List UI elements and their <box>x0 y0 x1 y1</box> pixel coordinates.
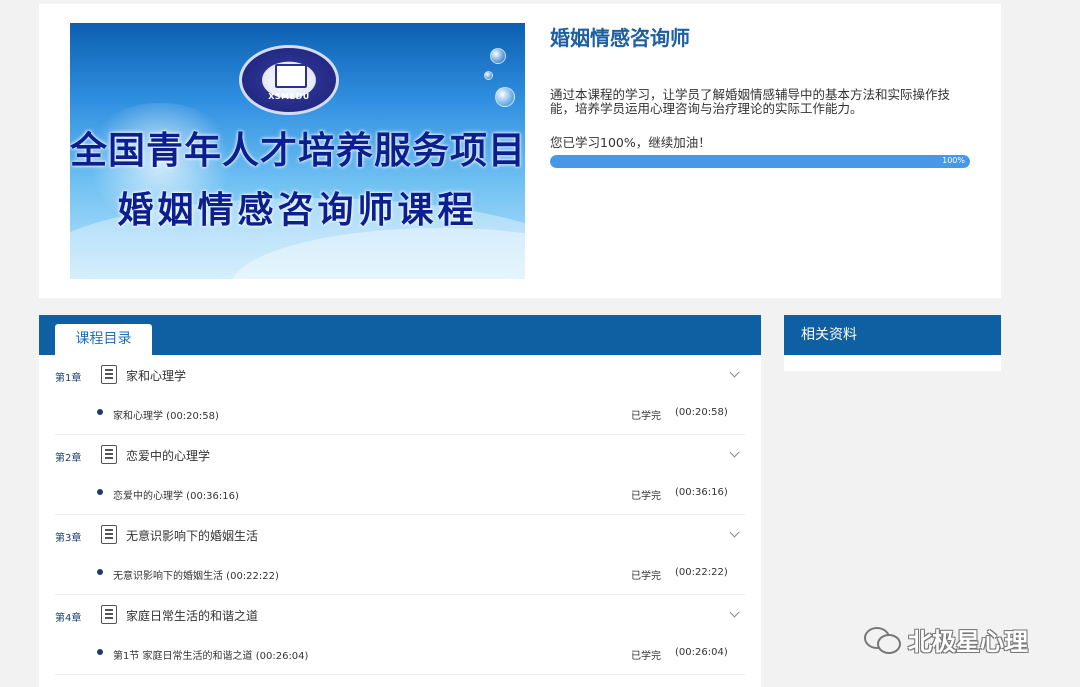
chapter-item[interactable]: 第3章 无意识影响下的婚姻生活 无意识影响下的婚姻生活 (00:22:22) 已… <box>55 515 745 595</box>
logo-text: XSMEDU <box>268 92 310 101</box>
chapter-title[interactable]: 家和心理学 <box>126 367 186 384</box>
chapter-number: 第4章 <box>55 613 82 624</box>
catalog-header: 课程目录 <box>39 315 761 355</box>
book-icon <box>275 64 307 88</box>
progress-label: 100% <box>942 156 965 165</box>
document-icon <box>101 605 117 624</box>
document-icon <box>101 445 117 464</box>
banner-headline: 全国青年人才培养服务项目 <box>70 128 525 172</box>
banner-bubble <box>495 87 515 107</box>
chapter-item[interactable]: 第1章 家和心理学 家和心理学 (00:20:58) 已学完 (00:20:58… <box>55 355 745 435</box>
related-materials-panel: 相关资料 <box>784 315 1001 371</box>
chapter-title[interactable]: 无意识影响下的婚姻生活 <box>126 527 258 544</box>
progress-text: 您已学习100%，继续加油！ <box>550 135 711 150</box>
bullet-icon <box>97 409 103 415</box>
document-icon <box>101 525 117 544</box>
chapter-item[interactable]: 第2章 恋爱中的心理学 恋爱中的心理学 (00:36:16) 已学完 (00:3… <box>55 435 745 515</box>
course-info-card: XSMEDU 全国青年人才培养服务项目 婚姻情感咨询师课程 婚姻情感咨询师 通过… <box>39 4 1001 298</box>
chevron-down-icon[interactable] <box>729 367 740 378</box>
chapter-title[interactable]: 家庭日常生活的和谐之道 <box>126 607 258 624</box>
banner-bubble <box>484 71 493 80</box>
course-title: 婚姻情感咨询师 <box>550 26 690 50</box>
chapter-number: 第2章 <box>55 453 82 464</box>
progress-bar: 100% <box>550 155 970 168</box>
lesson-duration: (00:36:16) <box>675 487 728 498</box>
bullet-icon <box>97 649 103 655</box>
course-catalog: 课程目录 第1章 家和心理学 家和心理学 (00:20:58) 已学完 (00:… <box>39 315 761 687</box>
lesson-status: 已学完 <box>631 651 661 662</box>
watermark: 北极星心理 <box>864 623 1028 656</box>
lesson-status: 已学完 <box>631 491 661 502</box>
watermark-text: 北极星心理 <box>908 627 1028 656</box>
xsmedu-logo: XSMEDU <box>239 45 339 115</box>
wechat-icon <box>864 625 901 654</box>
lesson-duration: (00:20:58) <box>675 407 728 418</box>
related-materials-title: 相关资料 <box>784 315 1001 355</box>
lesson-duration: (00:22:22) <box>675 567 728 578</box>
chevron-down-icon[interactable] <box>729 607 740 618</box>
bullet-icon <box>97 489 103 495</box>
bullet-icon <box>97 569 103 575</box>
lesson-title[interactable]: 第1节 家庭日常生活的和谐之道 (00:26:04) <box>113 647 308 662</box>
tab-course-catalog[interactable]: 课程目录 <box>55 324 152 355</box>
document-icon <box>101 365 117 384</box>
lesson-title[interactable]: 无意识影响下的婚姻生活 (00:22:22) <box>113 567 279 582</box>
chevron-down-icon[interactable] <box>729 527 740 538</box>
lesson-title[interactable]: 恋爱中的心理学 (00:36:16) <box>113 487 239 502</box>
chapter-title[interactable]: 恋爱中的心理学 <box>126 447 210 464</box>
lesson-title[interactable]: 家和心理学 (00:20:58) <box>113 407 219 422</box>
chapter-item[interactable]: 第4章 家庭日常生活的和谐之道 第1节 家庭日常生活的和谐之道 (00:26:0… <box>55 595 745 675</box>
course-description: 通过本课程的学习，让学员了解婚姻情感辅导中的基本方法和实际操作技能，培养学员运用… <box>550 87 951 116</box>
banner-subheadline: 婚姻情感咨询师课程 <box>117 189 478 231</box>
chapter-number: 第1章 <box>55 373 82 384</box>
lesson-status: 已学完 <box>631 411 661 422</box>
course-banner-image[interactable]: XSMEDU 全国青年人才培养服务项目 婚姻情感咨询师课程 <box>70 23 525 279</box>
chapter-number: 第3章 <box>55 533 82 544</box>
progress-bar-fill: 100% <box>550 155 970 168</box>
chevron-down-icon[interactable] <box>729 447 740 458</box>
lesson-status: 已学完 <box>631 571 661 582</box>
banner-bubble <box>490 48 506 64</box>
lesson-duration: (00:26:04) <box>675 647 728 658</box>
